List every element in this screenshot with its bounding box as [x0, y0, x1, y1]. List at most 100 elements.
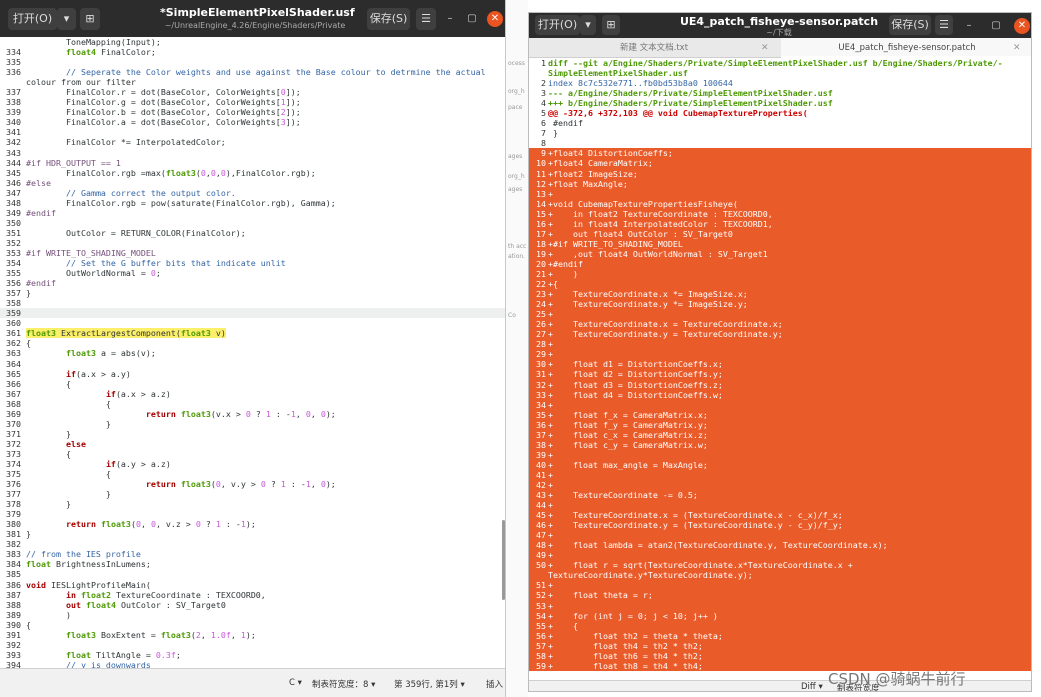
- code-line[interactable]: 374 if(a.y > a.z): [0, 459, 505, 469]
- code-line[interactable]: 337 FinalColor.r = dot(BaseColor, ColorW…: [0, 87, 505, 97]
- code-line[interactable]: 378 }: [0, 499, 505, 509]
- left-scrollbar[interactable]: [502, 40, 505, 664]
- diff-line[interactable]: 17 + out float4 OutColor : SV_Target0: [529, 228, 1031, 239]
- left-scrollbar-thumb[interactable]: [502, 520, 505, 600]
- code-line[interactable]: 348 FinalColor.rgb = pow(saturate(FinalC…: [0, 198, 505, 208]
- diff-line[interactable]: 8: [529, 138, 1031, 148]
- left-maximize-icon[interactable]: ▢: [464, 11, 480, 27]
- code-line[interactable]: colour from our filter: [0, 77, 505, 87]
- diff-line[interactable]: 27 + TextureCoordinate.y = TextureCoordin…: [529, 329, 1031, 340]
- diff-line[interactable]: 25 +: [529, 309, 1031, 320]
- diff-line[interactable]: 1 diff --git a/Engine/Shaders/Private/Sim…: [529, 58, 1031, 68]
- right-new-tab-icon[interactable]: ⊞: [602, 15, 620, 35]
- code-line[interactable]: 389 ): [0, 610, 505, 620]
- diff-language-selector[interactable]: Diff ▾: [801, 682, 823, 691]
- diff-line[interactable]: 55 + {: [529, 620, 1031, 631]
- code-line[interactable]: 387 in float2 TextureCoordinate : TEXCOO…: [0, 590, 505, 600]
- code-line[interactable]: 347 // Gamma correct the output color.: [0, 188, 505, 198]
- code-line[interactable]: 394 // y is downwards: [0, 660, 505, 668]
- right-code-editor[interactable]: 1 diff --git a/Engine/Shaders/Private/Sim…: [529, 58, 1031, 680]
- code-line[interactable]: 372 else: [0, 439, 505, 449]
- diff-line[interactable]: 37 + float c_x = CameraMatrix.z;: [529, 429, 1031, 440]
- code-line[interactable]: 370 }: [0, 419, 505, 429]
- diff-line[interactable]: 21 + ): [529, 268, 1031, 280]
- left-save-button[interactable]: 保存(S): [367, 8, 410, 30]
- code-line[interactable]: 369 return float3(v.x > 0 ? 1 : -1, 0, 0…: [0, 409, 505, 419]
- code-line[interactable]: 385: [0, 569, 505, 579]
- diff-line[interactable]: 50 + float r = sqrt(TextureCoordinate.x*T…: [529, 560, 1031, 571]
- diff-line[interactable]: 26 + TextureCoordinate.x = TextureCoordin…: [529, 319, 1031, 330]
- code-line[interactable]: 390 {: [0, 620, 505, 630]
- tab-close-icon[interactable]: ✕: [1013, 38, 1021, 58]
- code-line[interactable]: 364: [0, 359, 505, 369]
- code-line[interactable]: 357}: [0, 288, 505, 298]
- code-line[interactable]: 391 float3 BoxExtent = float3(2, 1.0f, 1…: [0, 630, 505, 640]
- tab-patch-file[interactable]: UE4_patch_fisheye-sensor.patch: [781, 38, 1031, 58]
- code-line[interactable]: 384 float BrightnessInLumens;: [0, 559, 505, 569]
- code-line[interactable]: 355 OutWorldNormal = 0;: [0, 268, 505, 278]
- diff-line[interactable]: 51 +: [529, 580, 1031, 591]
- right-save-button[interactable]: 保存(S): [889, 15, 931, 35]
- left-menu-icon[interactable]: ☰: [416, 8, 436, 30]
- tab-new-text-document[interactable]: 新建 文本文档.txt: [529, 38, 779, 58]
- left-close-icon[interactable]: ✕: [487, 11, 503, 27]
- diff-line[interactable]: 9 +float4 DistortionCoeffs;: [529, 148, 1031, 159]
- diff-line[interactable]: 2 index 8c7c532e771..fb0bd53b8a0 100644: [529, 78, 1031, 88]
- code-line[interactable]: 352: [0, 238, 505, 248]
- code-line[interactable]: 358: [0, 298, 505, 308]
- code-line[interactable]: 351 OutColor = RETURN_COLOR(FinalColor);: [0, 228, 505, 238]
- diff-line[interactable]: 49 +: [529, 550, 1031, 561]
- code-line[interactable]: 349 #endif: [0, 208, 505, 218]
- right-open-button[interactable]: 打开(O): [535, 15, 580, 35]
- code-line[interactable]: 371 }: [0, 429, 505, 439]
- diff-line[interactable]: 20 +#endif: [529, 258, 1031, 269]
- diff-line[interactable]: 13 +: [529, 188, 1031, 199]
- code-line[interactable]: 344 #if HDR_OUTPUT == 1: [0, 158, 505, 168]
- diff-line[interactable]: 31 + float d2 = DistortionCoeffs.y;: [529, 369, 1031, 380]
- diff-line[interactable]: 52 + float theta = r;: [529, 590, 1031, 601]
- diff-line[interactable]: 56 + float th2 = theta * theta;: [529, 630, 1031, 641]
- diff-line[interactable]: 35 + float f_x = CameraMatrix.x;: [529, 409, 1031, 420]
- code-line[interactable]: 346 #else: [0, 178, 505, 188]
- code-line[interactable]: 338 FinalColor.g = dot(BaseColor, ColorW…: [0, 97, 505, 107]
- tab-close-icon[interactable]: ✕: [761, 38, 769, 58]
- diff-line[interactable]: 34 +: [529, 399, 1031, 410]
- code-line[interactable]: 334 float4 FinalColor;: [0, 47, 505, 57]
- left-open-dropdown-icon[interactable]: ▾: [57, 8, 76, 30]
- code-line[interactable]: 379: [0, 509, 505, 519]
- code-line[interactable]: 342 FinalColor *= InterpolatedColor;: [0, 137, 505, 147]
- right-maximize-icon[interactable]: ▢: [988, 18, 1004, 34]
- code-line[interactable]: 367 if(a.x > a.z): [0, 389, 505, 399]
- code-line[interactable]: 343: [0, 148, 505, 158]
- diff-line[interactable]: 58 + float th6 = th4 * th2;: [529, 650, 1031, 661]
- left-minimize-icon[interactable]: –: [442, 11, 458, 27]
- code-line[interactable]: 345 FinalColor.rgb =max(float3(0,0,0),Fi…: [0, 168, 505, 178]
- code-line[interactable]: 356 #endif: [0, 278, 505, 288]
- code-line[interactable]: 377 }: [0, 489, 505, 499]
- diff-line[interactable]: 4 +++ b/Engine/Shaders/Private/SimpleElem…: [529, 98, 1031, 108]
- language-selector[interactable]: C ▾: [289, 678, 302, 688]
- code-line[interactable]: 336 // Seperate the Color weights and us…: [0, 67, 505, 77]
- right-minimize-icon[interactable]: –: [961, 18, 977, 34]
- right-close-icon[interactable]: ✕: [1014, 18, 1030, 34]
- code-line[interactable]: 386 void IESLightProfileMain(: [0, 580, 505, 590]
- diff-line[interactable]: 18 +#if WRITE_TO_SHADING_MODEL: [529, 238, 1031, 249]
- code-line[interactable]: 376 return float3(0, v.y > 0 ? 1 : -1, 0…: [0, 479, 505, 489]
- code-line[interactable]: 350: [0, 218, 505, 228]
- diff-line[interactable]: 41 +: [529, 469, 1031, 480]
- diff-line[interactable]: 22 +{: [529, 279, 1031, 290]
- code-line[interactable]: ToneMapping(Input);: [0, 37, 505, 47]
- diff-line[interactable]: SimpleElementPixelShader.usf: [529, 68, 1031, 78]
- diff-line[interactable]: 30 + float d1 = DistortionCoeffs.x;: [529, 359, 1031, 370]
- code-line[interactable]: 361 float3 ExtractLargestComponent(float3…: [0, 328, 505, 339]
- diff-line[interactable]: 33 + float d4 = DistortionCoeffs.w;: [529, 389, 1031, 400]
- diff-line[interactable]: 14 +void CubemapTexturePropertiesFisheye(: [529, 198, 1031, 209]
- diff-line[interactable]: 44 +: [529, 500, 1031, 511]
- diff-line[interactable]: 24 + TextureCoordinate.y *= ImageSize.y;: [529, 299, 1031, 310]
- diff-line[interactable]: 23 + TextureCoordinate.x *= ImageSize.x;: [529, 289, 1031, 300]
- code-line[interactable]: 335: [0, 57, 505, 67]
- cursor-position[interactable]: 第 359行, 第1列 ▾: [394, 678, 465, 690]
- code-line[interactable]: 366 {: [0, 379, 505, 389]
- code-line[interactable]: 393 float TiltAngle = 0.3f;: [0, 650, 505, 660]
- diff-line[interactable]: TextureCoordinate.y*TextureCoordinate.y)…: [529, 570, 1031, 581]
